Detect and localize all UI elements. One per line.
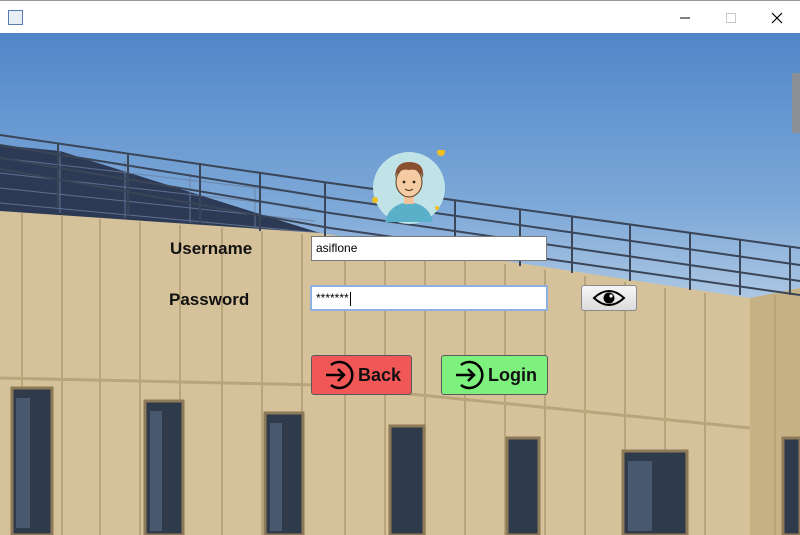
login-arrow-icon [452, 359, 484, 391]
window-titlebar [0, 0, 800, 33]
text-caret [349, 291, 351, 306]
password-field[interactable]: ******* [310, 285, 548, 311]
background-image [0, 33, 800, 535]
arrow-in-circle-icon [322, 359, 354, 391]
user-avatar-icon [371, 148, 447, 226]
minimize-button[interactable] [662, 1, 708, 34]
maximize-icon [726, 12, 736, 23]
username-value: asiflone [316, 241, 358, 255]
back-button-label: Back [358, 364, 402, 385]
username-label: Username [170, 239, 253, 258]
java-cup-icon [8, 10, 23, 25]
username-field[interactable]: asiflone [311, 236, 547, 261]
close-button[interactable] [754, 1, 800, 34]
login-button-label: Login [488, 364, 537, 385]
password-label: Password [169, 290, 250, 309]
password-value: ******* [316, 291, 349, 305]
building-photo [0, 73, 800, 535]
login-button[interactable]: Login [441, 355, 548, 395]
show-password-button[interactable] [581, 285, 637, 311]
minimize-icon [680, 17, 690, 18]
eye-icon [592, 290, 626, 306]
maximize-button[interactable] [708, 1, 754, 34]
back-button[interactable]: Back [311, 355, 412, 395]
close-icon [771, 12, 783, 23]
